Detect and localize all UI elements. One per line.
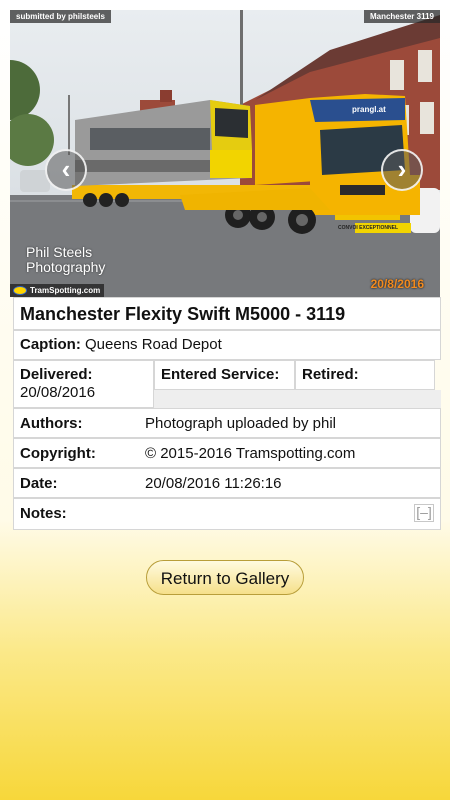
site-logo: TramSpotting.com <box>10 284 105 297</box>
next-photo-button[interactable]: › <box>381 149 423 191</box>
tram-ref-tag: Manchester 3119 <box>363 10 440 23</box>
chevron-left-icon: ‹ <box>61 154 71 184</box>
delivered-value: 20/08/2016 <box>20 384 96 401</box>
service-dates-spacer <box>154 390 441 408</box>
tram-logo-icon <box>13 286 27 295</box>
site-logo-text: TramSpotting.com <box>30 286 101 295</box>
caption-label: Caption: <box>20 336 81 353</box>
authors-value: Photograph uploaded by phil <box>145 415 336 432</box>
chevron-right-icon: › <box>397 154 407 184</box>
photographer-watermark: Phil Steels Photography <box>26 245 105 275</box>
copyright-value: © 2015-2016 Tramspotting.com <box>145 445 356 462</box>
photo-title: Manchester Flexity Swift M5000 - 3119 <box>13 297 441 330</box>
delivered-cell: Delivered: 20/08/2016 <box>13 360 154 408</box>
photo-datestamp: 20/8/2016 <box>370 277 424 291</box>
caption-row: Caption: Queens Road Depot <box>13 330 441 360</box>
tram-photo: prangl.at CONVOI EXCEPTIONNEL submitted … <box>10 10 440 297</box>
watermark-line-1: Phil Steels <box>26 244 93 260</box>
entered-service-label: Entered Service: <box>154 360 295 390</box>
authors-row: Authors: Photograph uploaded by phil <box>13 408 441 438</box>
notes-label: Notes: <box>20 505 67 522</box>
return-to-gallery-button[interactable]: Return to Gallery <box>146 560 304 595</box>
authors-label: Authors: <box>20 415 83 432</box>
notes-row: Notes: [–] <box>13 498 441 530</box>
date-value: 20/08/2016 11:26:16 <box>145 475 282 492</box>
delivered-label: Delivered: <box>20 366 93 383</box>
previous-photo-button[interactable]: ‹ <box>45 149 87 191</box>
truck-sign: prangl.at <box>352 105 386 114</box>
retired-label: Retired: <box>295 360 435 390</box>
copyright-row: Copyright: © 2015-2016 Tramspotting.com <box>13 438 441 468</box>
collapse-notes-button[interactable]: [–] <box>414 504 434 522</box>
submitted-by-tag: submitted by philsteels <box>10 10 111 23</box>
date-row: Date: 20/08/2016 11:26:16 <box>13 468 441 498</box>
copyright-label: Copyright: <box>20 445 96 462</box>
date-label: Date: <box>20 475 58 492</box>
truck-plate: CONVOI EXCEPTIONNEL <box>338 225 398 231</box>
watermark-line-2: Photography <box>26 259 106 275</box>
caption-value: Queens Road Depot <box>85 336 222 353</box>
